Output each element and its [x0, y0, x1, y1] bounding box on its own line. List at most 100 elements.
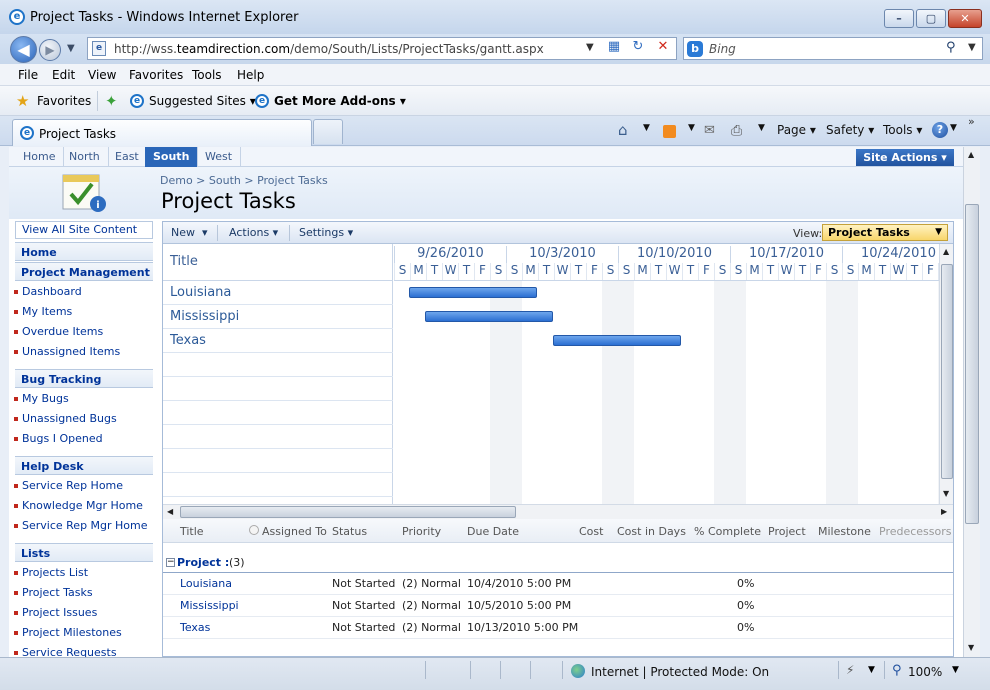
suggested-sites-link[interactable]: Suggested Sites ▾	[149, 94, 256, 108]
gantt-empty-row[interactable]	[163, 377, 393, 401]
read-mail-icon[interactable]: ✉	[704, 123, 715, 138]
refresh-icon[interactable]: ↻	[628, 38, 648, 55]
page-scroll-up-icon[interactable]: ▲	[968, 150, 974, 159]
topnav-south[interactable]: South	[145, 147, 199, 167]
col-status[interactable]: Status	[332, 525, 367, 538]
new-menu[interactable]: New ▾	[171, 226, 208, 239]
favorites-button[interactable]: Favorites	[37, 94, 91, 108]
ql-link-unassigned-items[interactable]: Unassigned Items	[13, 345, 120, 358]
url-dropdown-icon[interactable]: ▼	[586, 42, 594, 53]
menu-file[interactable]: File	[18, 68, 38, 82]
settings-menu[interactable]: Settings ▾	[299, 226, 353, 239]
page-scroll-down-icon[interactable]: ▼	[968, 643, 974, 652]
gantt-row-title[interactable]: Louisiana	[163, 281, 393, 305]
home-icon[interactable]: ⌂	[618, 121, 628, 139]
minimize-button[interactable]: –	[884, 9, 914, 28]
col-cost-in-days[interactable]: Cost in Days	[617, 525, 686, 538]
ql-heading-home[interactable]: Home	[15, 242, 153, 261]
page-vertical-scroll-thumb[interactable]	[965, 204, 979, 524]
menu-help[interactable]: Help	[237, 68, 264, 82]
page-menu[interactable]: Page ▾	[777, 123, 816, 137]
gantt-task-bar[interactable]	[409, 287, 537, 298]
page-vertical-scrollbar[interactable]: ▲ ▼	[963, 147, 980, 657]
ql-link-service-rep-mgr-home[interactable]: Service Rep Mgr Home	[14, 519, 148, 532]
ql-link-service-rep-home[interactable]: Service Rep Home	[13, 479, 123, 492]
add-favorites-icon[interactable]: ✦	[105, 92, 118, 110]
menu-favorites[interactable]: Favorites	[129, 68, 183, 82]
search-provider-dropdown[interactable]: ▼	[968, 42, 976, 53]
topnav-north[interactable]: North	[61, 147, 109, 167]
collapse-group-icon[interactable]: −	[166, 558, 175, 567]
ql-link-overdue-items[interactable]: Overdue Items	[13, 325, 103, 338]
print-dropdown-icon[interactable]: ▼	[758, 123, 765, 133]
search-input[interactable]: b Bing ⚲ ▼	[683, 37, 983, 60]
topnav-home[interactable]: Home	[15, 147, 65, 167]
ql-link-project-milestones[interactable]: Project Milestones	[14, 626, 122, 639]
protected-mode-dropdown-icon[interactable]: ▼	[868, 665, 875, 675]
gantt-task-bar[interactable]	[425, 311, 553, 322]
gantt-row-title[interactable]: Texas	[163, 329, 393, 353]
tab-project-tasks[interactable]: e Project Tasks	[12, 119, 312, 146]
scroll-up-icon[interactable]: ▲	[943, 247, 949, 256]
col-due-date[interactable]: Due Date	[467, 525, 519, 538]
topnav-east[interactable]: East	[107, 147, 148, 167]
ql-link-unassigned-bugs[interactable]: Unassigned Bugs	[14, 412, 117, 425]
forward-button[interactable]: ▶	[39, 39, 61, 61]
stop-icon[interactable]: ✕	[653, 38, 673, 55]
gantt-empty-row[interactable]	[163, 473, 393, 497]
gantt-vertical-scroll-thumb[interactable]	[941, 264, 953, 479]
col-project[interactable]: Project	[768, 525, 806, 538]
ql-link-service-requests[interactable]: Service Requests	[14, 646, 117, 657]
ql-heading-project-management[interactable]: Project Management	[15, 262, 153, 281]
col-priority[interactable]: Priority	[402, 525, 441, 538]
view-all-site-content-link[interactable]: View All Site Content	[15, 221, 153, 239]
col-title[interactable]: Title	[180, 525, 204, 538]
menu-edit[interactable]: Edit	[52, 68, 75, 82]
more-tabs-chevron-icon[interactable]: »	[968, 115, 975, 128]
gantt-empty-row[interactable]	[163, 353, 393, 377]
ql-heading-bug-tracking[interactable]: Bug Tracking	[15, 369, 153, 388]
ql-link-knowledge-mgr-home[interactable]: Knowledge Mgr Home	[14, 499, 143, 512]
home-dropdown-icon[interactable]: ▼	[643, 123, 650, 133]
protected-mode-icon[interactable]: ⚡	[846, 663, 854, 677]
breadcrumb[interactable]: Demo > South > Project Tasks	[160, 174, 328, 187]
gantt-horizontal-scrollbar[interactable]: ◀ ▶	[163, 504, 953, 519]
maximize-button[interactable]: ▢	[916, 9, 946, 28]
col-predecessors[interactable]: Predecessors	[879, 525, 952, 538]
ql-link-my-items[interactable]: My Items	[13, 305, 72, 318]
zoom-dropdown-icon[interactable]: ▼	[952, 665, 959, 675]
col-cost[interactable]: Cost	[579, 525, 603, 538]
gantt-empty-row[interactable]	[163, 425, 393, 449]
safety-menu[interactable]: Safety ▾	[826, 123, 874, 137]
gantt-empty-row[interactable]	[163, 401, 393, 425]
print-icon[interactable]: ⎙	[731, 123, 742, 139]
recent-pages-dropdown[interactable]: ▼	[67, 43, 75, 54]
cell-title[interactable]: Mississippi	[180, 599, 239, 612]
ql-link-dashboard[interactable]: Dashboard	[14, 285, 82, 298]
gantt-empty-row[interactable]	[163, 449, 393, 473]
gantt-vertical-scrollbar[interactable]: ▲ ▼	[939, 244, 953, 504]
ql-heading-help-desk[interactable]: Help Desk	[15, 456, 153, 475]
search-icon[interactable]: ⚲	[946, 40, 956, 55]
feeds-icon[interactable]	[663, 125, 676, 138]
gantt-title-header[interactable]: Title	[163, 244, 393, 281]
table-row[interactable]: Mississippi Not Started (2) Normal 10/5/…	[163, 595, 953, 617]
cell-title[interactable]: Texas	[180, 621, 210, 634]
ql-link-my-bugs[interactable]: My Bugs	[14, 392, 69, 405]
gantt-horizontal-scroll-thumb[interactable]	[180, 506, 516, 518]
feeds-dropdown-icon[interactable]: ▼	[688, 123, 695, 133]
ql-link-bugs-i-opened[interactable]: Bugs I Opened	[14, 432, 103, 445]
view-selector[interactable]: Project Tasks ▼	[822, 224, 948, 241]
help-dropdown-icon[interactable]: ▼	[950, 123, 957, 133]
table-row[interactable]: Texas Not Started (2) Normal 10/13/2010 …	[163, 617, 953, 639]
tools-menu[interactable]: Tools ▾	[883, 123, 922, 137]
site-actions-button[interactable]: Site Actions ▾	[856, 149, 954, 166]
cell-title[interactable]: Louisiana	[180, 577, 232, 590]
scroll-down-icon[interactable]: ▼	[943, 489, 949, 498]
table-row[interactable]: Louisiana Not Started (2) Normal 10/4/20…	[163, 573, 953, 595]
ql-link-project-issues[interactable]: Project Issues	[13, 606, 97, 619]
compatibility-view-icon[interactable]: ▦	[604, 38, 624, 55]
col-assigned-to[interactable]: Assigned To	[262, 525, 327, 538]
topnav-west[interactable]: West	[197, 147, 242, 167]
menu-view[interactable]: View	[88, 68, 116, 82]
